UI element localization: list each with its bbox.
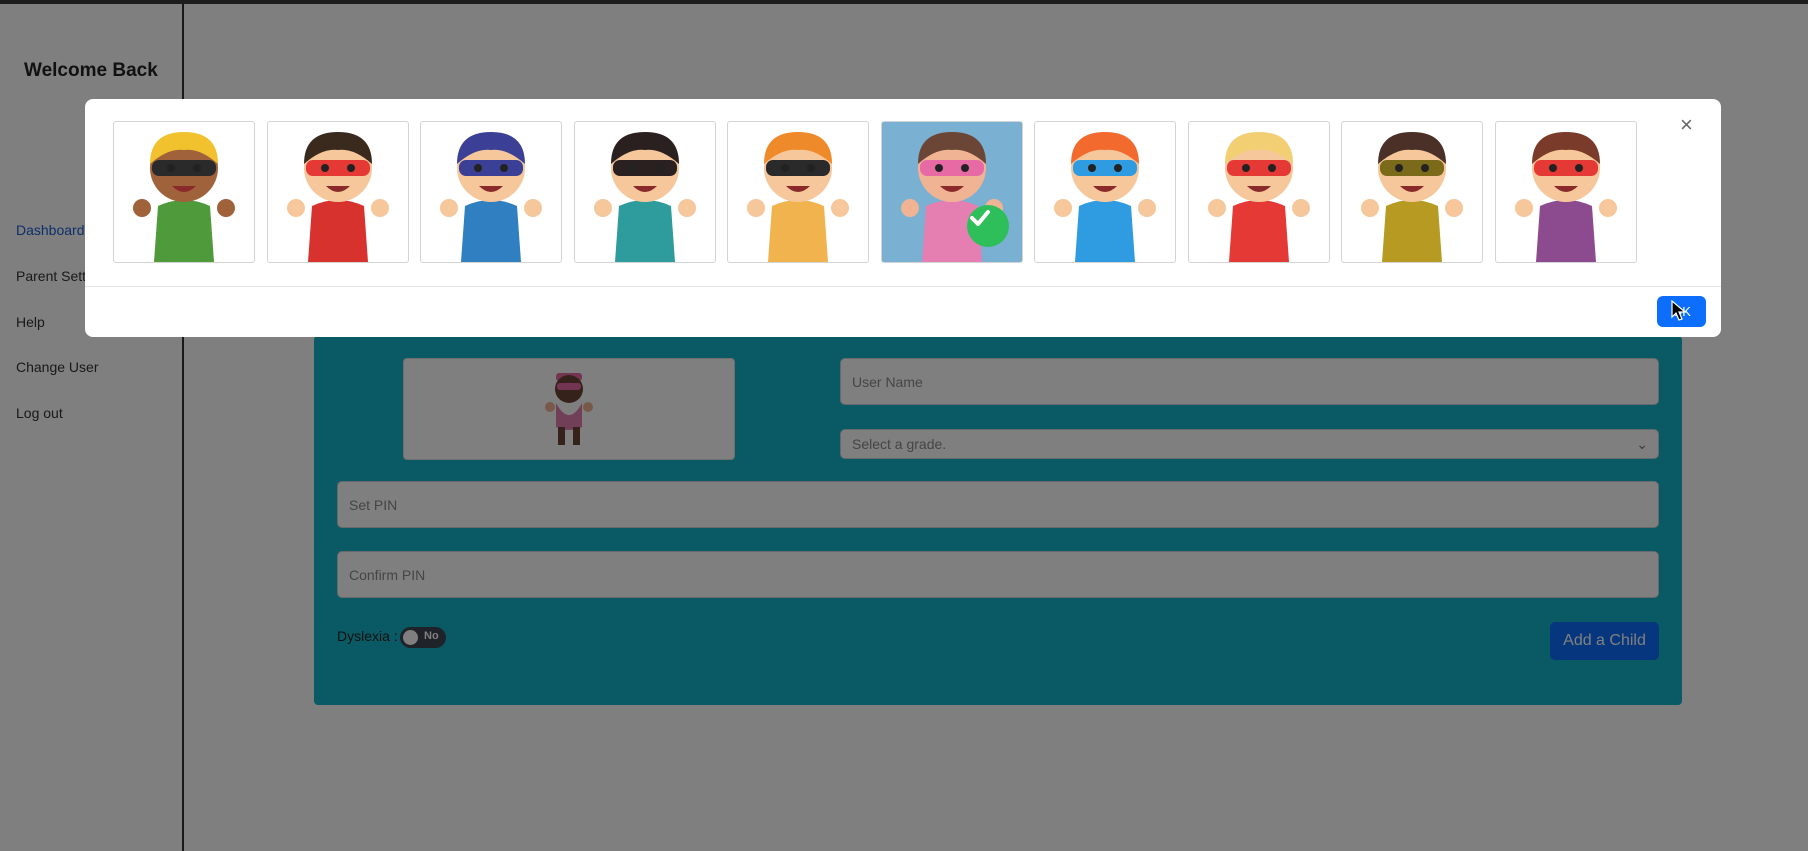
avatar-illustration (1207, 132, 1310, 262)
avatar-illustration (1054, 132, 1156, 262)
avatar-option-lightning-hero[interactable] (573, 121, 716, 263)
avatar-option-goggle-girl[interactable] (1034, 121, 1176, 263)
modal-footer-divider (85, 286, 1721, 287)
avatar-illustration (1514, 132, 1617, 262)
avatar-illustration (440, 132, 542, 262)
avatar-illustration (1361, 132, 1463, 262)
avatar-option-red-mask-boy[interactable] (266, 121, 409, 263)
check-icon (966, 205, 1009, 247)
avatar-option-blonde-heroine[interactable] (1187, 121, 1330, 263)
avatar-illustration (133, 132, 235, 262)
avatar-option-helmet-hero[interactable] (113, 121, 255, 263)
avatar-option-spiky-hero[interactable] (727, 121, 869, 263)
avatar-option-bearded-hero[interactable] (880, 121, 1023, 263)
avatar-illustration (593, 132, 696, 262)
mouse-cursor-icon (1671, 300, 1687, 321)
avatar-illustration (286, 132, 389, 262)
avatar-illustration (747, 132, 849, 262)
close-icon[interactable]: × (1680, 112, 1693, 138)
avatar-option-purple-caped-girl[interactable] (1494, 121, 1637, 263)
avatar-option-blue-caped-hero[interactable] (420, 121, 562, 263)
avatar-option-flying-heroine[interactable] (1341, 121, 1483, 263)
